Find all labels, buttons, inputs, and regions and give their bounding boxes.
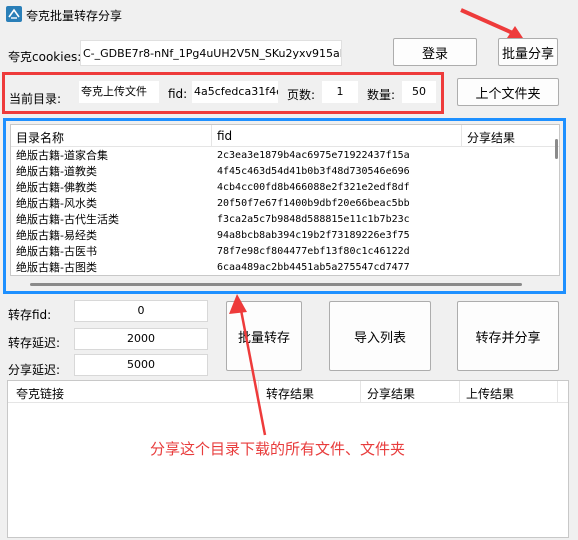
- row-name: 绝版古籍-道教类: [16, 165, 97, 178]
- save-delay-input[interactable]: 2000: [74, 328, 208, 350]
- row-name: 绝版古籍-古代生活类: [16, 213, 119, 226]
- page-label: 页数:: [287, 88, 316, 102]
- row-fid: 20f50f7e67f1400b9dbf20e66beac5bb: [217, 198, 410, 209]
- column-header-share-result[interactable]: 分享结果: [467, 129, 515, 146]
- file-list-header: 目录名称 fid 分享结果: [11, 125, 559, 147]
- column-header-link-share-result[interactable]: 分享结果: [367, 385, 415, 402]
- table-row[interactable]: 绝版古籍-风水类 20f50f7e67f1400b9dbf20e66beac5bb: [11, 196, 559, 212]
- import-list-button[interactable]: 导入列表: [329, 301, 431, 371]
- table-row[interactable]: 绝版古籍-古图类 6caa489ac2bb4451ab5a275547cd7477: [11, 260, 559, 275]
- row-fid: 4cb4cc00fd8b466088e2f321e2edf8df: [217, 182, 410, 193]
- table-row[interactable]: 绝版古籍-道教类 4f45c463d54d41b0b3f48d730546e696: [11, 164, 559, 180]
- page-input[interactable]: 1: [322, 81, 358, 103]
- table-row[interactable]: 绝版古籍-道家合集 2c3ea3e1879b4ac6975e71922437f15…: [11, 148, 559, 164]
- save-delay-label: 转存延迟:: [8, 336, 61, 350]
- arrow-annotation-top: [460, 8, 523, 38]
- table-row[interactable]: 绝版古籍-佛教类 4cb4cc00fd8b466088e2f321e2edf8df: [11, 180, 559, 196]
- count-label: 数量:: [367, 88, 396, 102]
- vertical-scrollbar[interactable]: [555, 139, 558, 159]
- parent-folder-button[interactable]: 上个文件夹: [457, 78, 559, 106]
- dir-fid-label: fid:: [168, 87, 188, 101]
- row-name: 绝版古籍-道家合集: [16, 149, 108, 162]
- table-row[interactable]: 绝版古籍-易经类 94a8bcb8ab394c19b2f73189226e3f75: [11, 228, 559, 244]
- table-row[interactable]: 绝版古籍-古代生活类 f3ca2a5c7b9848d588815e11c1b7b2…: [11, 212, 559, 228]
- save-fid-input[interactable]: 0: [74, 300, 208, 322]
- row-fid: 78f7e98cf804477ebf13f80c1c46122d: [217, 246, 410, 257]
- row-fid: 2c3ea3e1879b4ac6975e71922437f15a: [217, 150, 410, 161]
- count-input[interactable]: 50: [402, 81, 436, 103]
- cookies-input[interactable]: C-_GDBE7r8-nNf_1Pg4uUH2V5N_SKu2yxv915aNi…: [80, 40, 342, 66]
- row-name: 绝版古籍-风水类: [16, 197, 97, 210]
- share-delay-input[interactable]: 5000: [74, 354, 208, 376]
- annotation-text: 分享这个目录下载的所有文件、文件夹: [150, 440, 406, 458]
- file-list[interactable]: 目录名称 fid 分享结果 绝版古籍-道家合集 2c3ea3e1879b4ac69…: [10, 124, 560, 276]
- save-fid-label: 转存fid:: [8, 308, 52, 322]
- column-header-upload-result[interactable]: 上传结果: [466, 385, 514, 402]
- link-list-header: 夸克链接 转存结果 分享结果 上传结果: [8, 381, 568, 403]
- row-name: 绝版古籍-佛教类: [16, 181, 97, 194]
- column-header-fid[interactable]: fid: [217, 129, 232, 143]
- horizontal-scrollbar[interactable]: [30, 283, 522, 286]
- dir-fid-input[interactable]: 4a5cfedca31f4e: [192, 81, 278, 103]
- link-list[interactable]: 夸克链接 转存结果 分享结果 上传结果: [7, 380, 569, 538]
- share-delay-label: 分享延迟:: [8, 363, 61, 377]
- row-name: 绝版古籍-古图类: [16, 261, 97, 274]
- app-icon: [6, 6, 22, 22]
- window-title: 夸克批量转存分享: [26, 9, 123, 23]
- arrow-annotation-bottom: [229, 294, 267, 436]
- row-fid: 6caa489ac2bb4451ab5a275547cd7477: [217, 262, 410, 273]
- row-fid: 4f45c463d54d41b0b3f48d730546e696: [217, 166, 410, 177]
- current-dir-input[interactable]: 夸克上传文件: [79, 81, 159, 103]
- column-header-link[interactable]: 夸克链接: [16, 385, 64, 402]
- current-dir-label: 当前目录:: [9, 92, 62, 106]
- save-and-share-button[interactable]: 转存并分享: [457, 301, 559, 371]
- column-header-name[interactable]: 目录名称: [16, 129, 64, 146]
- table-row[interactable]: 绝版古籍-古医书 78f7e98cf804477ebf13f80c1c46122d: [11, 244, 559, 260]
- cookies-label: 夸克cookies:: [8, 50, 82, 64]
- row-name: 绝版古籍-易经类: [16, 229, 97, 242]
- row-fid: f3ca2a5c7b9848d588815e11c1b7b23c: [217, 214, 410, 225]
- row-fid: 94a8bcb8ab394c19b2f73189226e3f75: [217, 230, 410, 241]
- row-name: 绝版古籍-古医书: [16, 245, 97, 258]
